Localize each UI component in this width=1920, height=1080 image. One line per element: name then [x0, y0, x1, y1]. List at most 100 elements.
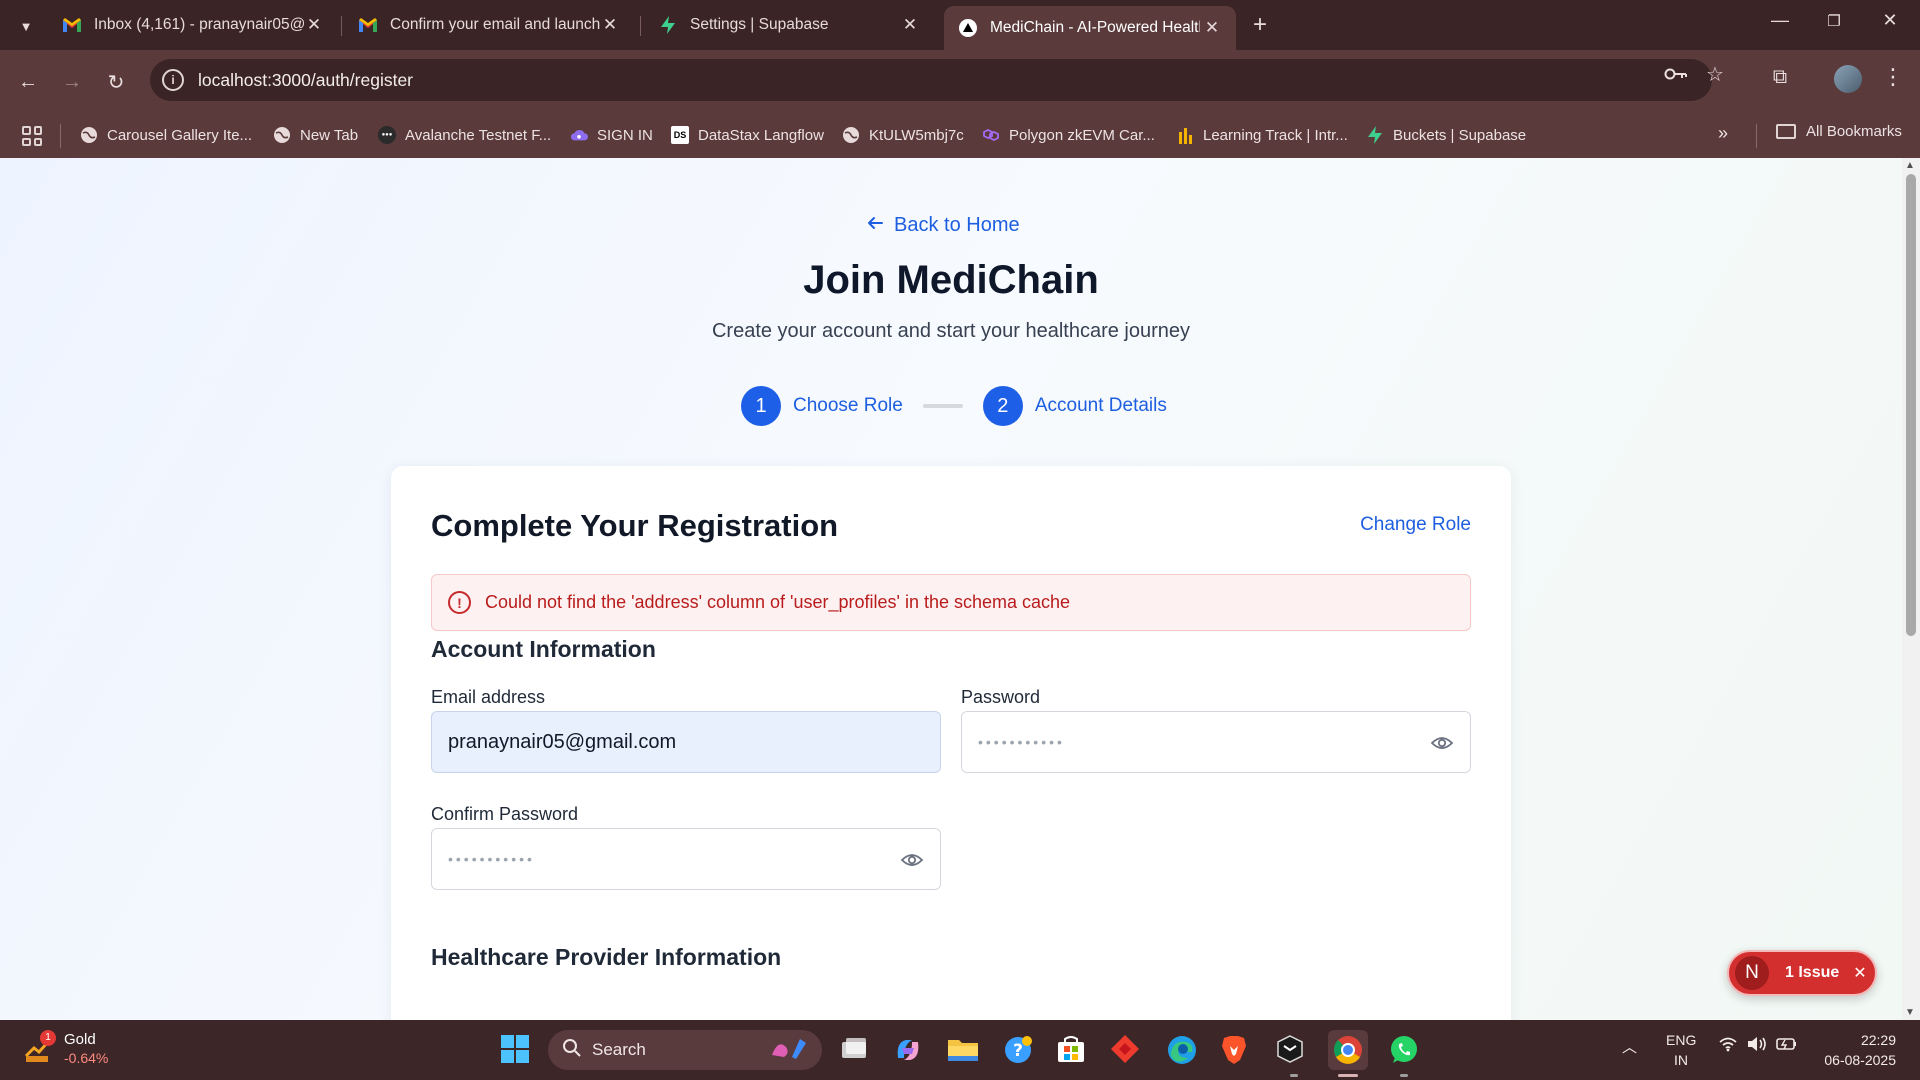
folder-icon [1776, 124, 1796, 139]
microsoft-store-icon[interactable] [1056, 1034, 1088, 1066]
gmail-icon [62, 15, 82, 35]
svg-text:?: ? [1013, 1041, 1023, 1061]
eye-icon[interactable] [900, 849, 924, 871]
help-icon[interactable]: ? [1002, 1034, 1034, 1066]
battery-icon[interactable] [1776, 1036, 1798, 1056]
bookmark-learning-track[interactable]: Learning Track | Intr... [1176, 123, 1348, 147]
taskbar-search[interactable]: Search [548, 1030, 822, 1070]
confirm-password-mask: ••••••••••• [448, 851, 535, 867]
email-label: Email address [431, 687, 546, 707]
bookmark-ktulw[interactable]: KtULW5mbj7c [842, 123, 964, 147]
tab-search-chevron-icon[interactable]: ▼ [12, 12, 40, 40]
input-language[interactable]: ENG IN [1666, 1030, 1696, 1070]
edge-icon[interactable] [1166, 1034, 1198, 1066]
tab-gmail-confirm[interactable]: Confirm your email and launch ✕ [344, 8, 634, 42]
page-scrollbar[interactable]: ▲ ▼ [1902, 158, 1920, 1020]
apps-grid-icon[interactable] [22, 126, 42, 146]
password-label: Password [961, 687, 1041, 707]
more-menu-icon[interactable]: ⋮ [1882, 64, 1904, 90]
anydesk-icon[interactable] [1110, 1034, 1142, 1066]
page-title: Join MediChain [803, 258, 1099, 302]
avalanche-icon: ●●● [378, 126, 396, 144]
eye-icon[interactable] [1430, 732, 1454, 754]
avatar[interactable] [1834, 65, 1862, 93]
close-icon[interactable]: ✕ [1202, 18, 1222, 38]
dev-issues-badge[interactable]: N 1 Issue ✕ [1727, 950, 1877, 996]
step-1-label: Choose Role [793, 395, 903, 416]
url-text[interactable]: localhost:3000/auth/register [198, 70, 413, 91]
step-2-number: 2 [982, 386, 1023, 426]
chrome-icon[interactable] [1328, 1030, 1368, 1070]
language-code: ENG [1666, 1032, 1697, 1048]
volume-icon[interactable] [1746, 1036, 1768, 1056]
datastax-icon: DS [671, 126, 689, 144]
close-icon[interactable]: ✕ [600, 15, 620, 35]
copilot-icon[interactable] [892, 1034, 924, 1066]
forward-arrow-icon[interactable]: → [54, 64, 90, 100]
bookmark-label: New Tab [300, 126, 359, 144]
close-icon[interactable]: ✕ [900, 15, 920, 35]
wifi-icon[interactable] [1718, 1036, 1738, 1056]
brave-icon[interactable] [1220, 1034, 1252, 1066]
confirm-password-field[interactable]: ••••••••••• [431, 828, 941, 890]
back-arrow-icon[interactable]: ← [10, 64, 46, 100]
tab-gmail-inbox[interactable]: Inbox (4,161) - pranaynair05@g ✕ [48, 8, 338, 42]
scroll-up-icon[interactable]: ▲ [1905, 160, 1915, 171]
system-clock[interactable]: 22:29 06-08-2025 [1816, 1030, 1896, 1070]
terminal-app-icon[interactable] [1276, 1034, 1308, 1066]
tab-supabase-settings[interactable]: Settings | Supabase ✕ [644, 8, 934, 42]
browser-toolbar: ← → ↻ i localhost:3000/auth/register ☆ ⧉… [0, 50, 1920, 158]
windows-start-icon[interactable] [500, 1034, 532, 1066]
close-icon[interactable]: ✕ [304, 15, 324, 35]
tab-medichain[interactable]: MediChain - AI-Powered Health ✕ [944, 6, 1236, 50]
task-view-icon[interactable] [838, 1034, 870, 1066]
file-explorer-icon[interactable] [946, 1034, 978, 1066]
bookmark-label: Learning Track | Intr... [1203, 126, 1348, 144]
bookmark-sign-in[interactable]: SIGN IN [570, 123, 653, 147]
bookmark-label: Buckets | Supabase [1393, 126, 1527, 144]
scroll-down-icon[interactable]: ▼ [1905, 1007, 1915, 1018]
bookmarks-overflow-icon[interactable]: » [1718, 123, 1728, 144]
email-field[interactable]: pranaynair05@gmail.com [431, 711, 941, 773]
change-role-button[interactable]: Change Role [1360, 514, 1471, 536]
new-tab-icon[interactable]: + [1246, 12, 1274, 40]
tab-title: MediChain - AI-Powered Health [990, 19, 1200, 36]
extensions-puzzle-icon[interactable]: ⧉ [1766, 66, 1794, 94]
bookmark-star-icon[interactable]: ☆ [1706, 62, 1724, 87]
notification-badge: 1 [40, 1030, 56, 1046]
widgets-ticker[interactable]: 1 Gold -0.64% [22, 1030, 108, 1068]
bookmark-label: SIGN IN [597, 126, 653, 144]
bookmark-buckets-supabase[interactable]: Buckets | Supabase [1366, 123, 1526, 147]
page-viewport: Back to Home Join MediChain Create your … [0, 158, 1902, 1020]
bookmark-datastax[interactable]: DS DataStax Langflow [671, 123, 824, 147]
section-account-information: Account Information [431, 636, 656, 662]
issue-count: 1 Issue [1785, 964, 1840, 981]
alert-circle-icon: ! [448, 591, 471, 614]
bookmark-carousel[interactable]: Carousel Gallery Ite... [80, 123, 252, 147]
tab-title: Inbox (4,161) - pranaynair05@g [94, 16, 304, 33]
back-to-home-link[interactable]: Back to Home [866, 214, 1020, 237]
scroll-thumb[interactable] [1906, 174, 1916, 636]
bookmark-avalanche[interactable]: ●●● Avalanche Testnet F... [378, 123, 551, 147]
reload-icon[interactable]: ↻ [98, 64, 134, 100]
error-alert: ! Could not find the 'address' column of… [431, 574, 1471, 631]
password-field[interactable]: ••••••••••• [961, 711, 1471, 773]
close-icon[interactable]: ✕ [1853, 963, 1866, 983]
bookmark-polygon[interactable]: Polygon zkEVM Car... [982, 123, 1155, 147]
whatsapp-icon[interactable] [1388, 1034, 1420, 1066]
tab-strip: ▼ Inbox (4,161) - pranaynair05@g ✕ Confi… [0, 0, 1920, 50]
minimize-icon[interactable]: — [1760, 10, 1800, 31]
cloud-icon [570, 126, 588, 144]
chevron-up-icon[interactable]: ︿ [1622, 1036, 1637, 1057]
restore-icon[interactable]: ❐ [1814, 12, 1854, 30]
all-bookmarks-button[interactable]: All Bookmarks [1776, 123, 1902, 140]
window-close-icon[interactable]: ✕ [1870, 10, 1910, 31]
site-info-icon[interactable]: i [162, 69, 184, 91]
polygon-icon [982, 126, 1000, 144]
windows-taskbar: 1 Gold -0.64% Search ? ︿ ENG IN 22:29 06… [0, 1020, 1920, 1080]
bookmark-label: DataStax Langflow [698, 126, 824, 144]
bookmark-new-tab[interactable]: New Tab [273, 123, 358, 147]
address-bar[interactable]: i localhost:3000/auth/register [150, 59, 1712, 101]
confirm-password-label: Confirm Password [431, 804, 579, 824]
password-key-icon[interactable] [1664, 64, 1688, 87]
